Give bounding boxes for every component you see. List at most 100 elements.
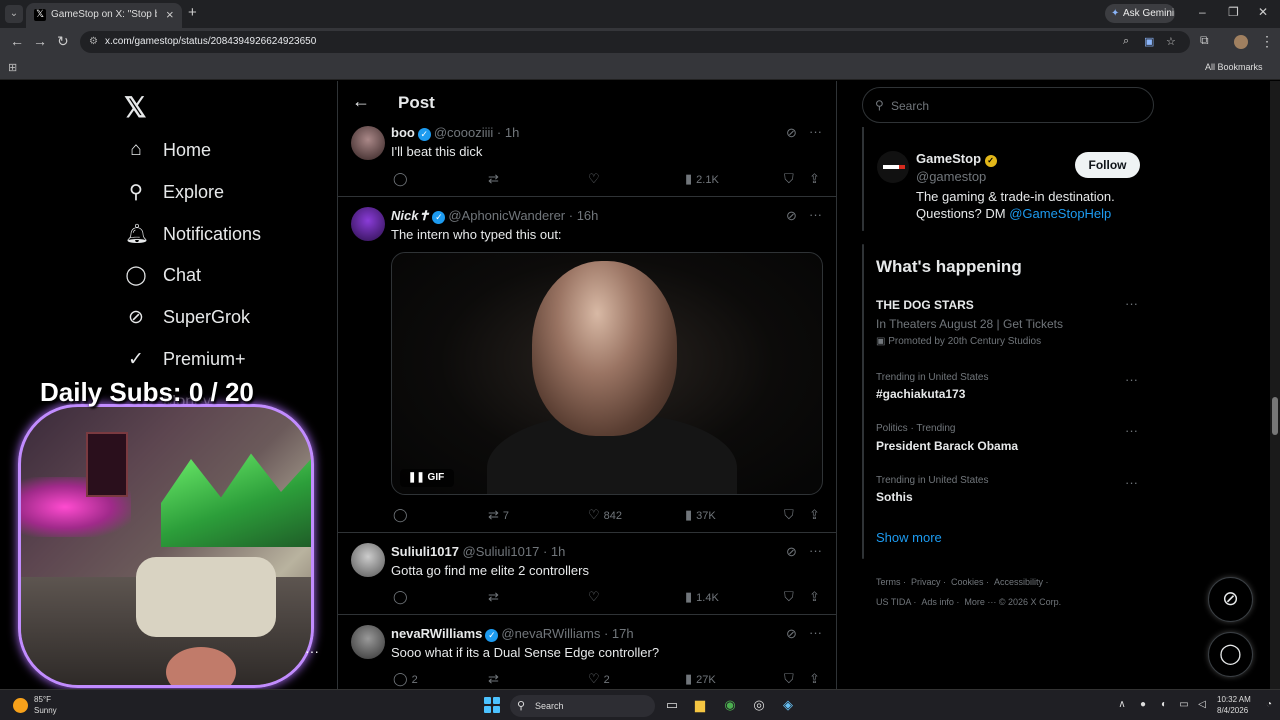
volume-icon[interactable]: ◁ [1193,696,1211,714]
avatar[interactable] [351,543,385,577]
views-button[interactable]: ▮ 2.1K [685,171,719,187]
reply-button[interactable]: ◯ 2 [393,671,418,687]
grok-icon[interactable]: ⊘ [786,626,797,642]
address-bar[interactable]: ⚙ x.com/gamestop/status/2084394926624923… [80,31,1190,53]
trend-name[interactable]: THE DOG STARS [876,298,974,312]
trend-more-icon[interactable]: ··· [1125,423,1138,438]
weather-sun-icon[interactable] [13,698,28,713]
file-explorer-icon[interactable]: ▆ [691,696,709,714]
extensions-puzzle-icon[interactable]: ⧉ [1200,33,1209,48]
sidebar-item-chat[interactable]: ◯ Chat [125,260,201,290]
taskbar-search[interactable]: ⚲ Search [510,695,655,717]
chrome-icon[interactable]: ◉ [721,696,739,714]
follow-button[interactable]: Follow [1075,152,1140,178]
reply-time[interactable]: 16h [577,208,599,223]
footer-link-more[interactable]: More ··· [964,597,996,607]
repost-icon[interactable]: ⇄ [488,589,499,605]
sidebar-item-home[interactable]: ⌂ Home [125,135,211,165]
like-icon[interactable]: ♡ [588,171,600,187]
trend-name[interactable]: President Barack Obama [876,439,1018,453]
scrollbar-thumb[interactable] [1272,397,1278,435]
reply-time[interactable]: 1h [505,125,519,140]
sidebar-item-notifications[interactable]: 🔔︎ Notifications [125,219,261,249]
avatar[interactable] [351,625,385,659]
bio-link[interactable]: @GameStopHelp [1009,206,1111,221]
new-tab-icon[interactable]: + [188,4,197,21]
clock-date[interactable]: 8/4/2026 [1217,706,1248,715]
extension-icon[interactable]: ▣ [1144,35,1154,48]
reply-author-name[interactable]: nevaRWilliams [391,626,482,641]
repost-icon[interactable]: ⇄ [488,671,499,687]
network-icon[interactable]: ▭ [1175,696,1193,714]
weather-desc[interactable]: Sunny [34,706,57,715]
footer-link-tida[interactable]: US TIDA [876,597,911,607]
minimize-icon[interactable]: – [1199,5,1206,19]
forward-icon[interactable]: → [33,33,47,49]
like-button[interactable]: ♡ 2 [588,671,610,687]
restore-icon[interactable]: ❐ [1228,5,1239,19]
more-options-icon[interactable]: ··· [809,625,822,640]
share-icon[interactable]: ⇪ [809,589,820,605]
sidebar-item-supergrok[interactable]: ⊘ SuperGrok [125,302,250,332]
apps-grid-icon[interactable]: ⊞ [8,61,17,74]
footer-link-cookies[interactable]: Cookies [951,577,984,587]
trend-more-icon[interactable]: ··· [1125,475,1138,490]
grok-icon[interactable]: ⊘ [786,125,797,141]
grok-icon[interactable]: ⊘ [786,544,797,560]
profile-avatar-icon[interactable] [1234,35,1248,49]
profile-handle[interactable]: @gamestop [916,169,986,184]
reply-item[interactable]: Nick✝ ✓ @AphonicWanderer · 16h ⊘ ··· The i… [338,197,836,533]
x-logo-icon[interactable]: 𝕏 [124,91,147,124]
reply-icon[interactable]: ◯ [393,589,408,605]
back-icon[interactable]: ← [10,33,24,49]
trend-name[interactable]: Sothis [876,490,913,504]
like-button[interactable]: ♡ 842 [588,507,622,523]
reply-item[interactable]: Suliuli1017 @Suliuli1017 · 1h ⊘ ··· Gott… [338,533,836,615]
bookmark-icon[interactable]: ⛉ [784,171,794,187]
more-options-icon[interactable]: ··· [809,124,822,139]
repost-icon[interactable]: ⇄ [488,171,499,187]
reload-icon[interactable]: ↻ [57,33,69,50]
close-window-icon[interactable]: ✕ [1258,5,1268,19]
footer-link-accessibility[interactable]: Accessibility [994,577,1043,587]
bookmark-star-icon[interactable]: ☆ [1166,35,1176,48]
gif-pause-button[interactable]: ❚❚ GIF [400,469,454,487]
reply-author-name[interactable]: Suliuli1017 [391,544,459,559]
task-view-icon[interactable]: ▭ [663,696,681,714]
close-tab-icon[interactable]: × [166,7,174,22]
more-icon[interactable]: ··· [305,643,319,659]
sidebar-item-explore[interactable]: ⚲ Explore [125,177,224,207]
reply-icon[interactable]: ◯ [393,507,408,523]
tab-search-dropdown-icon[interactable]: ⌄ [5,5,23,23]
ask-gemini-button[interactable]: ✦ Ask Gemini [1105,4,1175,23]
reply-author-name[interactable]: boo [391,125,415,140]
grok-icon[interactable]: ⊘ [786,208,797,224]
share-icon[interactable]: ⇪ [809,671,820,687]
reply-time[interactable]: 1h [551,544,565,559]
notification-bell-icon[interactable]: ◔ [1260,696,1278,714]
views-button[interactable]: ▮ 27K [685,671,716,687]
windows-start-icon[interactable] [484,697,500,713]
reply-icon[interactable]: ◯ [393,171,408,187]
tray-app2-icon[interactable]: ◐ [1155,696,1173,714]
reply-author-name[interactable]: Nick✝ [391,208,429,223]
show-more-link[interactable]: Show more [876,530,942,545]
all-bookmarks-button[interactable]: All Bookmarks [1205,62,1263,72]
views-button[interactable]: ▮ 1.4K [685,589,719,605]
trend-more-icon[interactable]: ··· [1125,296,1138,311]
gif-media[interactable]: ❚❚ GIF [391,252,823,495]
browser-tab[interactable]: 𝕏 GameStop on X: "Stop beating × [26,3,182,28]
more-options-icon[interactable]: ··· [809,207,822,222]
clock-time[interactable]: 10:32 AM [1217,695,1251,704]
reply-handle[interactable]: @coooziiii [434,125,493,140]
trend-more-icon[interactable]: ··· [1125,372,1138,387]
reply-time[interactable]: 17h [612,626,634,641]
footer-link-terms[interactable]: Terms [876,577,901,587]
app-icon[interactable]: ◎ [750,696,768,714]
reply-item[interactable]: nevaRWilliams ✓ @nevaRWilliams · 17h ⊘ ···… [338,615,836,689]
site-info-icon[interactable]: ⚙ [89,36,98,47]
reply-item[interactable]: boo ✓ @coooziiii · 1h ⊘ ··· I'll beat this… [338,118,836,197]
like-icon[interactable]: ♡ [588,589,600,605]
bookmark-icon[interactable]: ⛉ [784,507,794,523]
avatar[interactable] [351,126,385,160]
